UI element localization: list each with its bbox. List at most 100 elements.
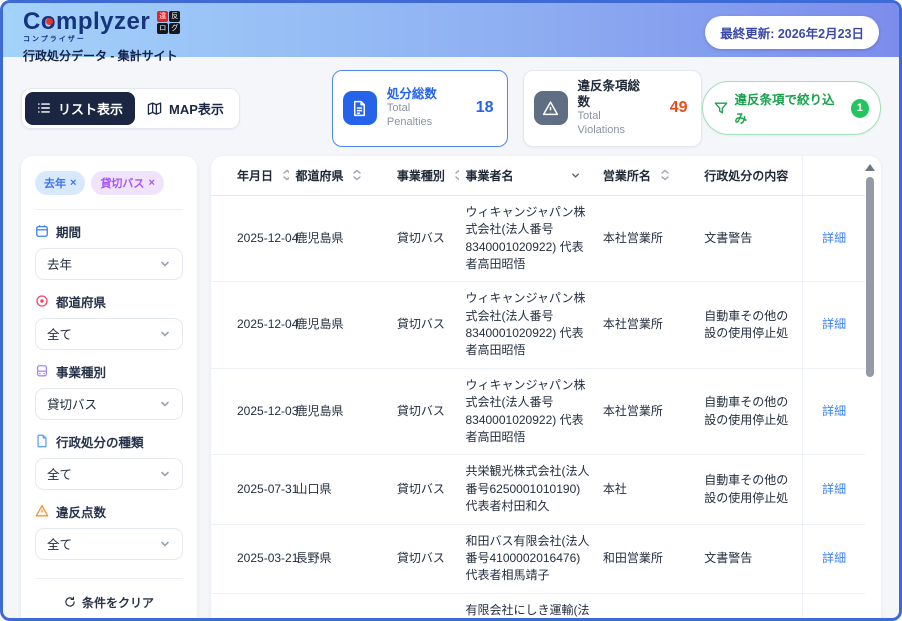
app-window: Complyzer 違反 ログ コンプライザー 行政処分データ - 集計サイト … — [0, 0, 902, 621]
results-table-card: 年月日 都道府県 事業種別 事業者名 — [211, 156, 881, 621]
column-header-operator[interactable]: 事業者名 — [459, 156, 596, 196]
stat-title: 処分総数 — [387, 87, 454, 103]
violation-points-select[interactable]: 全て — [35, 528, 183, 560]
main-content: 去年 × 貸切バス × 期間 去年 — [3, 156, 899, 621]
cell-business-type: 貸切バス — [391, 195, 460, 282]
filter-label: 違反点数 — [56, 502, 106, 521]
detail-link[interactable]: 詳細 — [822, 482, 846, 496]
cell-prefecture: 兵庫県 — [289, 593, 390, 621]
cell-prefecture: 鹿児島県 — [289, 368, 390, 455]
filter-by-violation-button[interactable]: 違反条項で絞り込み 1 — [702, 81, 882, 135]
clear-filters-button[interactable]: 条件をクリア — [64, 594, 154, 611]
list-view-button[interactable]: リスト表示 — [25, 92, 135, 125]
site-subtitle: 行政処分データ - 集計サイト — [23, 47, 180, 64]
filter-group-action-type: 行政処分の種類 全て — [35, 432, 183, 490]
sort-icon — [660, 169, 670, 181]
cell-office: 本社 — [597, 455, 698, 524]
vertical-scrollbar[interactable] — [864, 164, 876, 621]
warning-triangle-icon — [35, 504, 49, 518]
stats: 処分総数 Total Penalties 18 違反条項総数 Total Vio… — [332, 70, 702, 147]
detail-link[interactable]: 詳細 — [822, 317, 846, 331]
cell-date: 2025-12-03 — [211, 368, 289, 455]
cell-office: 本社営業所 — [597, 368, 698, 455]
active-filter-chips: 去年 × 貸切バス × — [35, 171, 183, 195]
business-type-select[interactable]: 貸切バス — [35, 388, 183, 420]
detail-link[interactable]: 詳細 — [822, 551, 846, 565]
cell-action: 自動車その他の設の使用停止処 — [698, 455, 803, 524]
prefecture-select[interactable]: 全て — [35, 318, 183, 350]
chip-remove-icon[interactable]: × — [70, 177, 76, 189]
toolbar: リスト表示 MAP表示 処分総数 Total Penalties 18 — [3, 57, 899, 156]
results-table: 年月日 都道府県 事業種別 事業者名 — [211, 156, 865, 621]
chevron-down-icon — [159, 468, 171, 480]
scrollbar-up-arrow-icon[interactable] — [865, 164, 875, 171]
cell-action: 自動車その他の設の使用停止処 — [698, 282, 803, 369]
cell-business-type: 貸切バス — [391, 524, 460, 593]
cell-business-type: 貸切バス — [391, 368, 460, 455]
table-row: 2025-01-24 兵庫県 貸切バス 有限会社にしき運輸(法人番号414000… — [211, 593, 865, 621]
filter-button-label: 違反条項で絞り込み — [735, 89, 844, 127]
filter-group-business-type: 事業種別 貸切バス — [35, 362, 183, 420]
cell-operator: ウィキャンジャパン株式会社(法人番号8340001020922) 代表者高田昭悟 — [459, 282, 596, 369]
select-value: 去年 — [47, 254, 72, 273]
sort-icon — [454, 169, 460, 181]
map-icon — [147, 101, 162, 116]
select-value: 全て — [47, 464, 72, 483]
cell-operator: ウィキャンジャパン株式会社(法人番号8340001020922) 代表者高田昭悟 — [459, 368, 596, 455]
column-header-office[interactable]: 営業所名 — [597, 156, 698, 196]
filter-chip-last-year[interactable]: 去年 × — [35, 171, 85, 195]
logo-accent-dot — [46, 18, 53, 25]
cell-action: 自動車その他の設の使用停止処 — [698, 368, 803, 455]
detail-link[interactable]: 詳細 — [822, 404, 846, 418]
chevron-down-icon — [159, 258, 171, 270]
filter-group-violation-points: 違反点数 全て — [35, 502, 183, 560]
select-value: 全て — [47, 324, 72, 343]
warning-triangle-icon — [534, 91, 568, 125]
filter-group-period: 期間 去年 — [35, 222, 183, 280]
sort-icon — [352, 169, 362, 181]
cell-date: 2025-03-21 — [211, 524, 289, 593]
stat-card-total-penalties: 処分総数 Total Penalties 18 — [332, 70, 508, 147]
column-header-date[interactable]: 年月日 — [211, 156, 289, 196]
cell-business-type: 貸切バス — [391, 593, 460, 621]
cell-prefecture: 鹿児島県 — [289, 282, 390, 369]
detail-link[interactable]: 詳細 — [822, 231, 846, 245]
cell-date: 2025-07-31 — [211, 455, 289, 524]
stat-title: 違反条項総数 — [578, 79, 648, 110]
last-updated-badge: 最終更新: 2026年2月23日 — [705, 16, 879, 49]
filter-label: 事業種別 — [56, 362, 106, 381]
action-type-select[interactable]: 全て — [35, 458, 183, 490]
sort-icon — [282, 169, 289, 181]
app-header: Complyzer 違反 ログ コンプライザー 行政処分データ - 集計サイト … — [3, 3, 899, 57]
column-header-prefecture[interactable]: 都道府県 — [289, 156, 390, 196]
cell-date: 2025-12-04 — [211, 195, 289, 282]
cell-operator: ウィキャンジャパン株式会社(法人番号8340001020922) 代表者高田昭悟 — [459, 195, 596, 282]
period-select[interactable]: 去年 — [35, 248, 183, 280]
cell-prefecture: 山口県 — [289, 455, 390, 524]
document-icon — [35, 434, 49, 448]
map-view-button[interactable]: MAP表示 — [135, 92, 236, 125]
column-header-business-type[interactable]: 事業種別 — [391, 156, 460, 196]
stat-subtitle: Total Penalties — [387, 102, 454, 130]
select-value: 全て — [47, 534, 72, 553]
cell-operator: 和田バス有限会社(法人番号4100002016476) 代表者相馬靖子 — [459, 524, 596, 593]
stat-subtitle: Total Violations — [578, 110, 648, 138]
cell-action: 文書警告 — [698, 593, 803, 621]
table-row: 2025-12-03 鹿児島県 貸切バス ウィキャンジャパン株式会社(法人番号8… — [211, 368, 865, 455]
scrollbar-thumb[interactable] — [866, 177, 874, 377]
stat-value-total-violations: 49 — [670, 99, 688, 117]
stat-card-total-violations: 違反条項総数 Total Violations 49 — [523, 70, 702, 147]
filter-chip-charter-bus[interactable]: 貸切バス × — [91, 171, 163, 195]
calendar-icon — [35, 224, 49, 238]
table-row: 2025-12-04 鹿児島県 貸切バス ウィキャンジャパン株式会社(法人番号8… — [211, 195, 865, 282]
chip-label: 貸切バス — [100, 175, 144, 191]
cell-operator: 共栄観光株式会社(法人番号6250001010190) 代表者村田和久 — [459, 455, 596, 524]
table-row: 2025-12-04 鹿児島県 貸切バス ウィキャンジャパン株式会社(法人番号8… — [211, 282, 865, 369]
column-header-detail — [803, 156, 865, 196]
chip-remove-icon[interactable]: × — [148, 177, 154, 189]
cell-business-type: 貸切バス — [391, 282, 460, 369]
column-header-action[interactable]: 行政処分の内容 — [698, 156, 803, 196]
stat-value-total-penalties: 18 — [476, 99, 494, 117]
chevron-down-icon — [159, 538, 171, 550]
table-row: 2025-03-21 長野県 貸切バス 和田バス有限会社(法人番号4100002… — [211, 524, 865, 593]
